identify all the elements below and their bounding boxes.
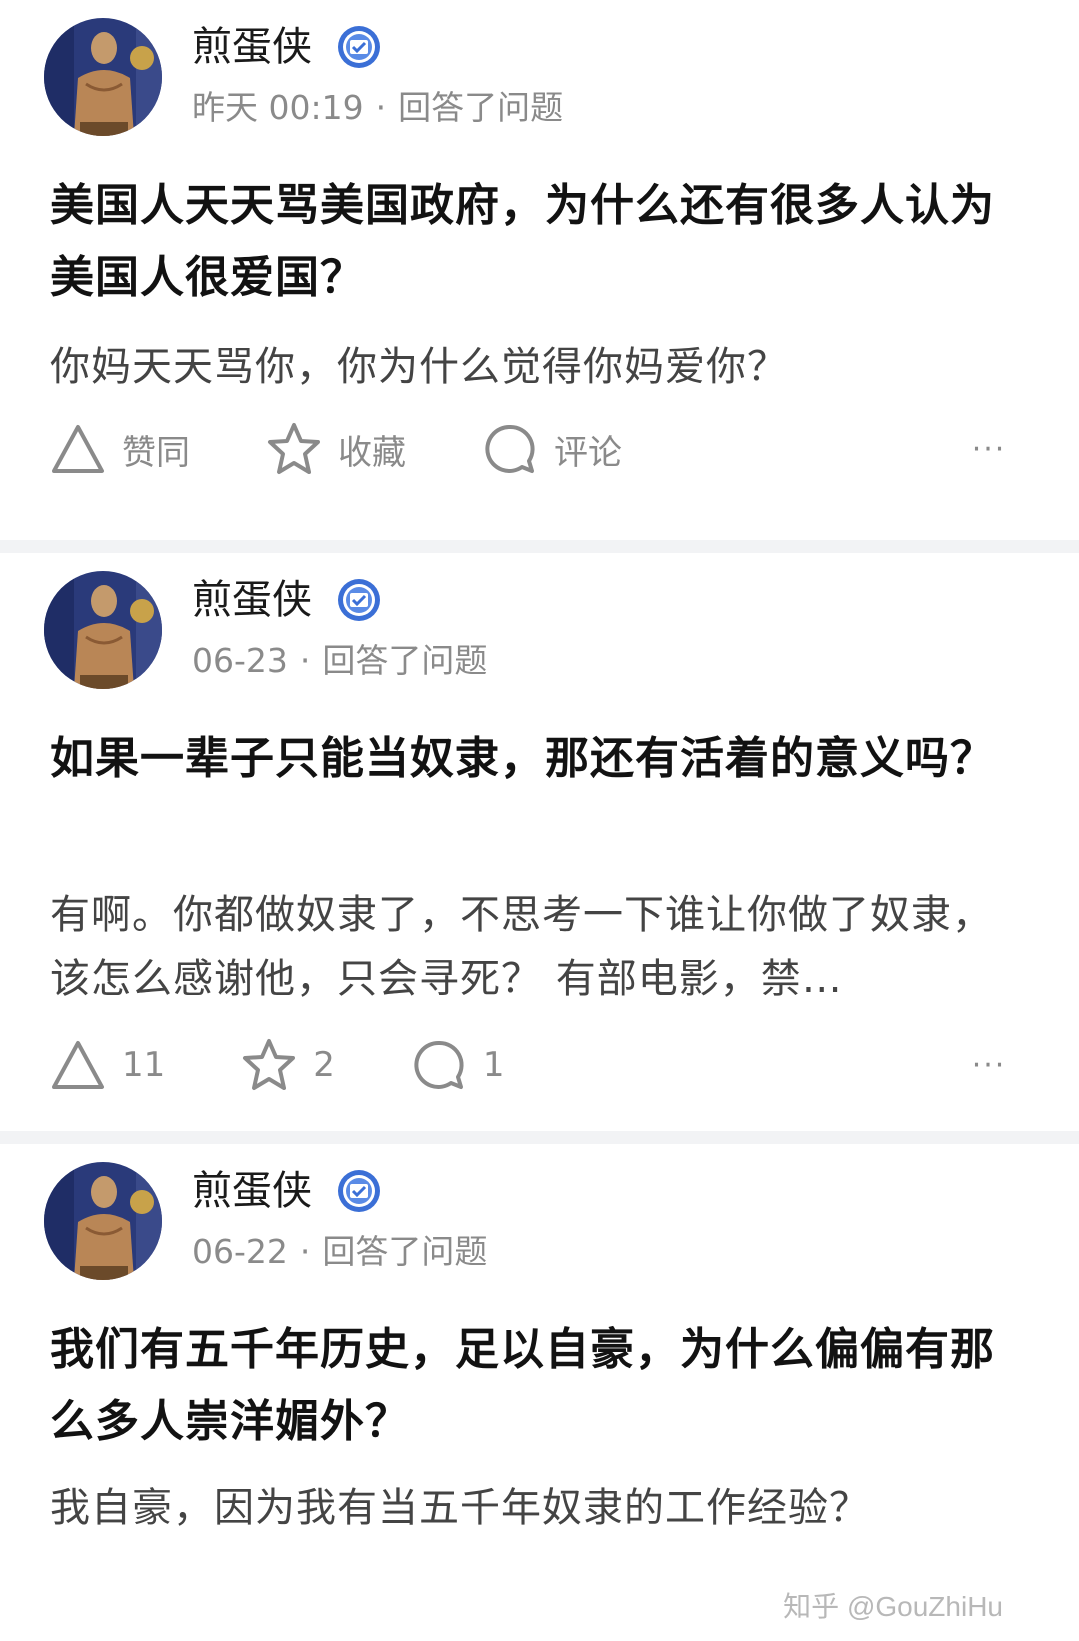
thumb-up-triangle-icon xyxy=(52,1041,104,1089)
answer-excerpt[interactable]: 我自豪，因为我有当五千年奴隶的工作经验？ xyxy=(50,1476,1030,1540)
vote-button[interactable]: 11 xyxy=(50,1037,165,1093)
answer-feed: 煎蛋侠 昨天 00:19 · 回答了问题 美国人天天骂美国政府，为什么还有很多人认为… xyxy=(0,0,1079,1641)
meta-separator: · xyxy=(299,641,311,680)
vote-button[interactable]: 赞同 xyxy=(50,421,190,477)
comment-button[interactable]: 评论 xyxy=(482,421,622,477)
feed-card[interactable]: 煎蛋侠 06-22 · 回答了问题 我们有五千年历史，足以自豪，为什么偏偏有那么多人… xyxy=(0,1144,1079,1641)
question-title[interactable]: 我们有五千年历史，足以自豪，为什么偏偏有那么多人崇洋媚外？ xyxy=(50,1314,1030,1458)
thumb-up-triangle-icon xyxy=(52,425,104,473)
card-separator xyxy=(0,1131,1079,1144)
question-title[interactable]: 美国人天天骂美国政府，为什么还有很多人认为美国人很爱国？ xyxy=(50,170,1030,314)
collect-label: 收藏 xyxy=(338,432,406,473)
post-action: 回答了问题 xyxy=(322,1232,488,1271)
more-dots-icon[interactable]: ··· xyxy=(959,419,1019,479)
collect-button[interactable]: 收藏 xyxy=(266,421,406,477)
more-dots-icon[interactable]: ··· xyxy=(959,1035,1019,1095)
post-time: 06-23 xyxy=(192,641,288,680)
author-name[interactable]: 煎蛋侠 xyxy=(192,575,312,625)
post-action: 回答了问题 xyxy=(398,88,564,127)
post-meta: 昨天 00:19 · 回答了问题 xyxy=(192,86,563,130)
post-time: 06-22 xyxy=(192,1232,288,1271)
author-line: 煎蛋侠 xyxy=(192,1166,382,1216)
post-meta: 06-23 · 回答了问题 xyxy=(192,639,487,683)
collect-count: 2 xyxy=(313,1045,335,1085)
author-line: 煎蛋侠 xyxy=(192,575,382,625)
comment-bubble-icon xyxy=(414,1040,464,1089)
comment-label: 评论 xyxy=(554,432,622,473)
verified-badge-icon xyxy=(338,26,380,68)
meta-separator: · xyxy=(299,1232,311,1271)
comment-bubble-icon xyxy=(485,424,535,473)
vote-count: 11 xyxy=(122,1045,166,1085)
answer-excerpt[interactable]: 有啊。你都做奴隶了，不思考一下谁让你做了奴隶，该怎么感谢他，只会寻死？ 有部电影… xyxy=(50,883,1030,1011)
avatar[interactable] xyxy=(44,18,162,136)
watermark: 知乎 @GouZhiHu xyxy=(783,1591,1003,1622)
post-meta: 06-22 · 回答了问题 xyxy=(192,1230,487,1274)
answer-excerpt[interactable]: 你妈天天骂你，你为什么觉得你妈爱你？ xyxy=(50,335,1030,399)
author-name[interactable]: 煎蛋侠 xyxy=(192,1166,312,1216)
author-name[interactable]: 煎蛋侠 xyxy=(192,22,312,72)
post-action: 回答了问题 xyxy=(322,641,488,680)
star-icon xyxy=(243,1039,296,1090)
collect-button[interactable]: 2 xyxy=(241,1037,335,1093)
post-time: 昨天 00:19 xyxy=(192,88,364,127)
action-bar: 赞同 收藏 评论 ··· xyxy=(50,419,1019,479)
action-bar: 11 2 1 ··· xyxy=(50,1035,1019,1095)
card-separator xyxy=(0,540,1079,553)
meta-separator: · xyxy=(375,88,387,127)
feed-card[interactable]: 煎蛋侠 昨天 00:19 · 回答了问题 美国人天天骂美国政府，为什么还有很多人认为… xyxy=(0,0,1079,540)
avatar[interactable] xyxy=(44,571,162,689)
vote-label: 赞同 xyxy=(122,432,190,473)
feed-card[interactable]: 煎蛋侠 06-23 · 回答了问题 如果一辈子只能当奴隶，那还有活着的意义吗？ 有啊… xyxy=(0,553,1079,1131)
avatar[interactable] xyxy=(44,1162,162,1280)
verified-badge-icon xyxy=(338,579,380,621)
author-line: 煎蛋侠 xyxy=(192,22,382,72)
question-title[interactable]: 如果一辈子只能当奴隶，那还有活着的意义吗？ xyxy=(50,723,1030,795)
verified-badge-icon xyxy=(338,1170,380,1212)
comment-button[interactable]: 1 xyxy=(411,1037,505,1093)
star-icon xyxy=(268,423,320,474)
comment-count: 1 xyxy=(482,1045,505,1085)
